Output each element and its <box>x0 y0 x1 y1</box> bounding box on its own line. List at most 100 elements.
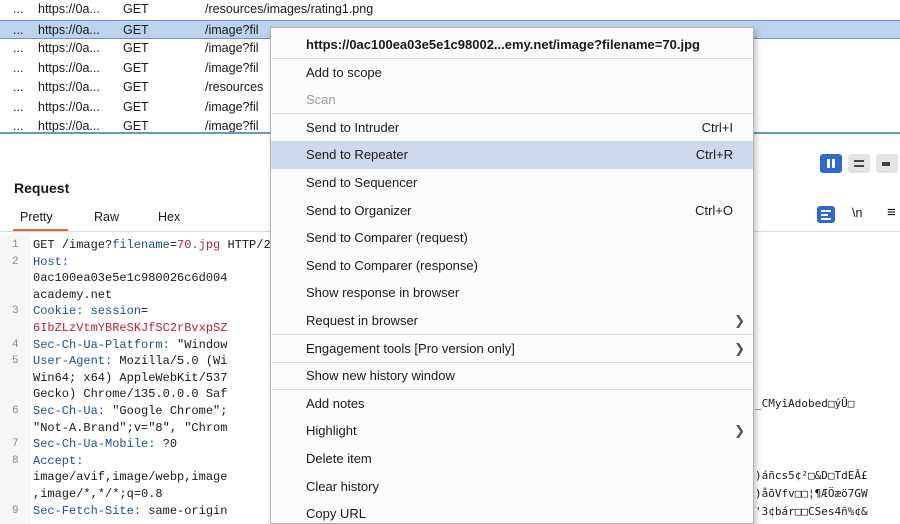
code-token: same-origin <box>148 503 228 518</box>
tab-pretty[interactable]: Pretty <box>20 210 53 224</box>
code-token: Win64; x64) AppleWebKit/537 <box>33 370 228 385</box>
menu-item-label: Send to Sequencer <box>306 175 418 190</box>
code-token: Sec-Ch-Ua: <box>33 404 113 418</box>
line-number: 3 <box>12 305 19 318</box>
cell-dots: ... <box>13 60 24 75</box>
menu-icon[interactable]: ≡ <box>887 204 896 221</box>
code-line: 9 Sec-Fetch-Site: same-origin <box>0 503 270 519</box>
vertical-layout-icon[interactable] <box>876 154 898 173</box>
menu-item-engagement-tools-pro-version-only[interactable]: Engagement tools [Pro version only] ❯ <box>271 335 753 363</box>
menu-item-label: Add to scope <box>306 64 382 80</box>
code-line: 2 Host: <box>0 254 270 270</box>
line-number: 8 <box>12 454 19 467</box>
code-token: Gecko) Chrome/135.0.0.0 Saf <box>33 387 228 402</box>
cell-host: https://0a... <box>38 60 100 75</box>
menu-item-send-to-organizer[interactable]: Send to Organizer Ctrl+O <box>271 197 753 225</box>
code-token: Mozilla/5.0 (Wi <box>119 354 228 369</box>
chevron-right-icon: ❯ <box>734 423 745 439</box>
response-tools: \n ≡ <box>810 203 900 229</box>
newline-toggle-icon[interactable]: \n <box>852 206 862 220</box>
response-body[interactable]: _CMyîAdobed□ýÛ□)áñcs5¢²□&D□TdEÂ£)åõVfv□□… <box>750 392 900 524</box>
menu-item-delete-item[interactable]: Delete item <box>271 445 753 473</box>
code-token: "Not-A.Brand";v="8", "Chrom <box>33 420 228 435</box>
code-token: 70.jpg <box>177 238 221 252</box>
code-text: User-Agent: Mozilla/5.0 (Wi <box>33 353 227 369</box>
cell-dots: ... <box>13 99 24 114</box>
table-row[interactable]: ... https://0a... GET/resources/images/rat… <box>0 0 900 20</box>
pretty-print-icon[interactable] <box>817 206 835 223</box>
layout-toolbar <box>760 150 900 180</box>
split-view-icon[interactable] <box>820 154 842 173</box>
cell-method: GET <box>123 99 149 114</box>
menu-item-add-to-scope[interactable]: Add to scope <box>271 59 753 87</box>
menu-item-copy-url[interactable]: Copy URL <box>271 500 753 523</box>
code-line: "Not-A.Brand";v="8", "Chrom <box>0 420 270 436</box>
line-number: 1 <box>12 239 19 251</box>
code-line: ,image/*,*/*;q=0.8 <box>0 486 270 502</box>
chevron-right-icon: ❯ <box>734 340 745 356</box>
tab-hex[interactable]: Hex <box>158 210 180 224</box>
cell-url: /image?fil <box>205 41 259 55</box>
code-token: academy.net <box>33 287 113 302</box>
code-token: 6IbZLzVtmYBReSKJfSC2rBvxpSZ <box>33 321 228 335</box>
response-line: )åõVfv□□¦¶ÆÖæö7GW <box>755 487 868 500</box>
menu-item-label: Send to Repeater <box>306 147 408 163</box>
code-token: 0ac100ea03e5e1c980026c6d004 <box>33 271 228 286</box>
menu-item-request-in-browser[interactable]: Request in browser ❯ <box>271 307 753 335</box>
cell-method: GET <box>123 41 149 55</box>
menu-item-shortcut: Ctrl+I <box>701 119 733 135</box>
cell-dots: ... <box>13 41 24 55</box>
menu-item-send-to-intruder[interactable]: Send to Intruder Ctrl+I <box>271 114 753 142</box>
menu-item-show-response-in-browser[interactable]: Show response in browser <box>271 279 753 307</box>
line-number: 9 <box>12 504 19 517</box>
code-text: Cookie: session= <box>33 303 148 319</box>
menu-item-send-to-repeater[interactable]: Send to Repeater Ctrl+R <box>271 141 753 169</box>
code-line: 7 Sec-Ch-Ua-Mobile: ?0 <box>0 436 270 452</box>
code-line: 5 User-Agent: Mozilla/5.0 (Wi <box>0 353 270 369</box>
tab-raw[interactable]: Raw <box>94 210 119 224</box>
code-token: filename <box>112 238 170 252</box>
code-token: Host: <box>33 254 70 269</box>
code-token: ?0 <box>162 437 178 452</box>
code-token: "Window <box>177 337 228 352</box>
code-text: Accept: <box>33 453 83 469</box>
code-text: Host: <box>33 254 69 270</box>
request-panel-title: Request <box>14 180 70 196</box>
code-token: User-Agent: <box>33 354 120 369</box>
cell-method: GET <box>123 80 149 94</box>
menu-item-label: Show response in browser <box>306 285 460 301</box>
response-line: )áñcs5¢²□&D□TdEÂ£ <box>755 469 868 482</box>
code-text: Sec-Ch-Ua-Mobile: ?0 <box>33 436 177 452</box>
horizontal-layout-icon[interactable] <box>848 154 870 173</box>
code-token: Accept: <box>33 453 84 468</box>
menu-item-send-to-comparer-response[interactable]: Send to Comparer (response) <box>271 252 753 280</box>
cell-host: https://0a... <box>38 41 100 55</box>
menu-item-label: Scan <box>306 92 336 108</box>
menu-item-show-new-history-window[interactable]: Show new history window <box>271 362 753 390</box>
code-token: ,image/*,*/*;q=0.8 <box>33 487 163 501</box>
cell-host: https://0a... <box>38 22 100 37</box>
menu-item-clear-history[interactable]: Clear history <box>271 473 753 501</box>
menu-item-add-notes[interactable]: Add notes <box>271 390 753 418</box>
code-token: HTTP/2 <box>220 238 270 252</box>
cell-host: https://0a... <box>38 99 100 114</box>
menu-item-highlight[interactable]: Highlight ❯ <box>271 417 753 445</box>
code-line: 1 GET /image?filename=70.jpg HTTP/2 <box>0 237 270 253</box>
menu-item-shortcut: Ctrl+R <box>695 147 733 163</box>
code-text: academy.net <box>33 287 112 303</box>
code-text: Sec-Ch-Ua-Platform: "Window <box>33 337 227 353</box>
menu-item-label: Send to Organizer <box>306 202 412 218</box>
cell-dots: ... <box>13 2 24 16</box>
context-menu: https://0ac100ea03e5e1c98002...emy.net/i… <box>270 27 754 524</box>
chevron-right-icon: ❯ <box>734 313 745 328</box>
request-editor[interactable]: 1 GET /image?filename=70.jpg HTTP/2 2 Host:… <box>0 234 270 524</box>
code-line: image/avif,image/webp,image <box>0 469 270 485</box>
menu-item-send-to-sequencer[interactable]: Send to Sequencer <box>271 169 753 197</box>
menu-item-label: Send to Comparer (request) <box>306 230 468 246</box>
menu-item-label: Highlight <box>306 423 357 439</box>
cell-method: GET <box>123 60 149 75</box>
cell-host: https://0a... <box>38 80 100 94</box>
line-number: 7 <box>12 438 19 451</box>
menu-item-label: Add notes <box>306 395 365 411</box>
menu-item-send-to-comparer-request[interactable]: Send to Comparer (request) <box>271 224 753 252</box>
